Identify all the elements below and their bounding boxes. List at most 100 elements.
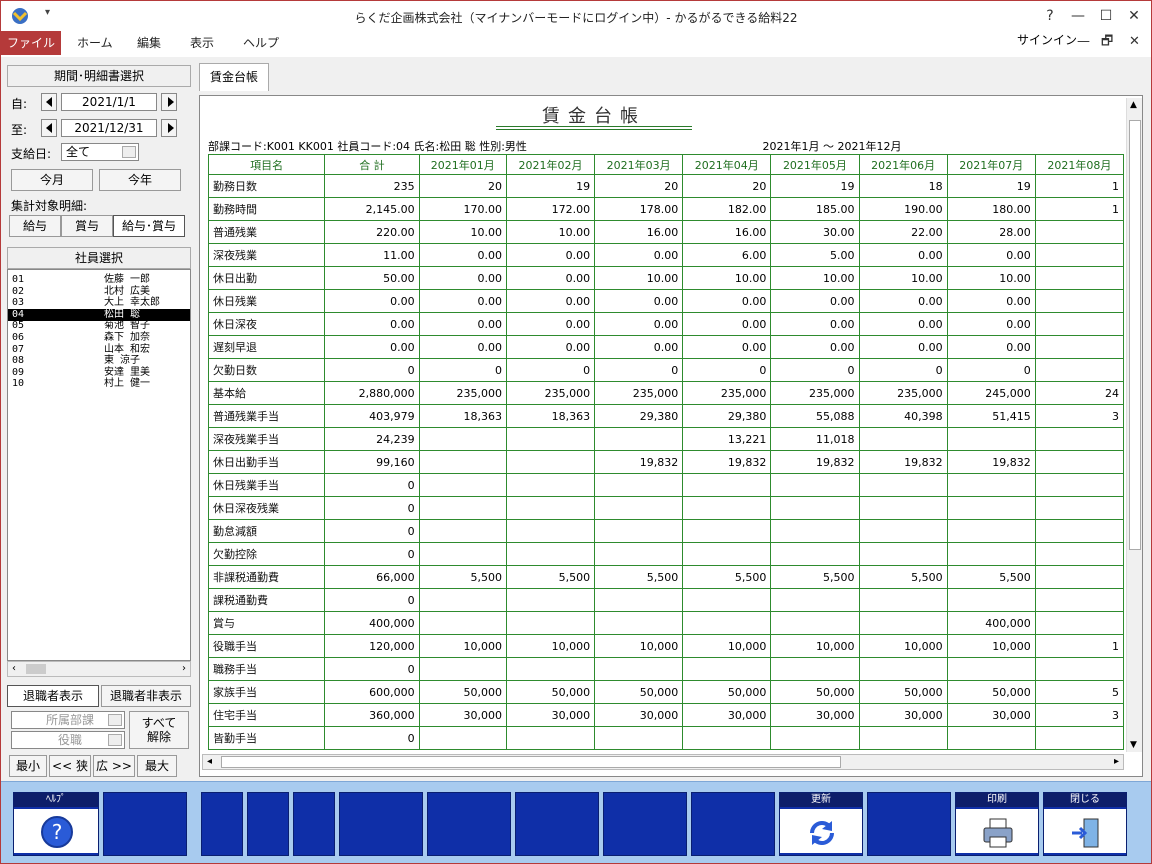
fkey-blank-7[interactable] bbox=[515, 792, 599, 856]
employee-item-05[interactable]: 05 菊池 智子 bbox=[8, 320, 190, 332]
ledger-item-label: 遅刻早退 bbox=[208, 335, 326, 359]
ledger-value-cell bbox=[1034, 335, 1124, 359]
minimize-button[interactable]: — bbox=[1065, 5, 1091, 27]
from-date-field[interactable]: 2021/1/1 bbox=[61, 93, 157, 111]
tab-wage-ledger[interactable]: 賃金台帳 bbox=[199, 63, 269, 91]
ledger-value-cell: 2,145.00 bbox=[324, 197, 420, 221]
scroll-left-icon[interactable]: ◂ bbox=[207, 756, 212, 767]
role-select[interactable]: 役職 bbox=[11, 731, 125, 749]
to-date-field[interactable]: 2021/12/31 bbox=[61, 119, 157, 137]
fkey-blank-5[interactable] bbox=[339, 792, 423, 856]
menu-view[interactable]: 表示 bbox=[190, 31, 214, 55]
zoom-narrow-button[interactable]: << 狭 bbox=[49, 755, 91, 777]
maximize-button[interactable]: ☐ bbox=[1093, 5, 1119, 27]
payday-select[interactable]: 全て bbox=[61, 143, 139, 161]
employee-name: 北村 広美 bbox=[104, 285, 151, 297]
ledger-value-cell: 0.00 bbox=[324, 312, 420, 336]
from-next-button[interactable] bbox=[161, 93, 177, 111]
ledger-header-cell: 2021年05月 bbox=[770, 154, 860, 175]
fkey-blank-10[interactable] bbox=[867, 792, 951, 856]
menu-file[interactable]: ファイル bbox=[1, 31, 61, 55]
scroll-left-icon[interactable]: ‹ bbox=[12, 663, 16, 674]
salary-bonus-button[interactable]: 給与･賞与 bbox=[113, 215, 185, 237]
clear-all-button[interactable]: すべて 解除 bbox=[129, 711, 189, 749]
ledger-value-cell bbox=[1034, 565, 1124, 589]
print-fkey-button[interactable]: 印刷 bbox=[955, 792, 1039, 856]
to-next-button[interactable] bbox=[161, 119, 177, 137]
scroll-right-icon[interactable]: › bbox=[182, 663, 186, 674]
fkey-blank-4[interactable] bbox=[293, 792, 335, 856]
salary-button[interactable]: 給与 bbox=[9, 215, 61, 237]
ledger-row: 役職手当 120,000 10,000 10,000 10,000 10,000 10,00… bbox=[208, 634, 1124, 658]
employee-list[interactable]: 01 佐藤 一郎 02 北村 広美 03 大上 幸太郎 04 松田 聡 05 菊池 智子 06 森下 … bbox=[7, 269, 191, 661]
employee-item-08[interactable]: 08 東 涼子 bbox=[8, 355, 190, 367]
triangle-left-icon bbox=[46, 123, 52, 133]
zoom-max-button[interactable]: 最大 bbox=[137, 755, 177, 777]
signin-link[interactable]: サインイン bbox=[1017, 31, 1077, 49]
ledger-value-cell bbox=[1034, 289, 1124, 313]
ledger-value-cell: 0.00 bbox=[505, 335, 596, 359]
employee-item-01[interactable]: 01 佐藤 一郎 bbox=[8, 274, 190, 286]
ledger-value-cell: 10.00 bbox=[946, 266, 1036, 290]
to-prev-button[interactable] bbox=[41, 119, 57, 137]
employee-code: 04 bbox=[12, 308, 25, 320]
employee-item-10[interactable]: 10 村上 健一 bbox=[8, 378, 190, 390]
employee-item-02[interactable]: 02 北村 広美 bbox=[8, 285, 190, 298]
employee-item-04[interactable]: 04 松田 聡 bbox=[8, 308, 190, 321]
help-button[interactable]: ? bbox=[1037, 5, 1063, 27]
horizontal-scroll-thumb[interactable] bbox=[221, 756, 841, 768]
scroll-right-icon[interactable]: ▸ bbox=[1114, 756, 1119, 767]
doc-minimize-button[interactable]: — bbox=[1077, 31, 1090, 53]
to-label: 至: bbox=[11, 123, 28, 137]
ledger-value-cell: 5,500 bbox=[858, 565, 948, 589]
doc-restore-button[interactable]: 🗗 bbox=[1101, 31, 1113, 53]
ledger-value-cell bbox=[594, 726, 684, 750]
update-fkey-button[interactable]: 更新 bbox=[779, 792, 863, 856]
close-fkey-button[interactable]: 閉じる bbox=[1043, 792, 1127, 856]
window-title: らくだ企画株式会社（マイナンバーモードにログイン中）- かるがるできる給料22 bbox=[354, 11, 798, 25]
vertical-scroll-thumb[interactable] bbox=[1129, 120, 1141, 550]
ledger-value-cell: 5,500 bbox=[594, 565, 684, 589]
triangle-right-icon bbox=[168, 123, 174, 133]
employee-item-09[interactable]: 09 安達 里美 bbox=[8, 367, 190, 379]
scroll-thumb[interactable] bbox=[26, 664, 46, 674]
ledger-value-cell: 403,979 bbox=[324, 404, 420, 428]
ledger-value-cell bbox=[505, 726, 596, 750]
fkey-blank-9[interactable] bbox=[691, 792, 775, 856]
from-prev-button[interactable] bbox=[41, 93, 57, 111]
menu-help[interactable]: ヘルプ bbox=[243, 31, 279, 55]
ledger-horizontal-scrollbar[interactable]: ◂ ▸ bbox=[202, 754, 1124, 770]
ledger-vertical-scrollbar[interactable]: ▲ ▼ bbox=[1126, 98, 1142, 752]
employee-item-07[interactable]: 07 山本 和宏 bbox=[8, 344, 190, 356]
dept-select[interactable]: 所属部課 bbox=[11, 711, 125, 729]
ledger-value-cell: 10.00 bbox=[858, 266, 948, 290]
menu-home[interactable]: ホーム bbox=[77, 31, 113, 55]
ledger-value-cell bbox=[858, 588, 948, 612]
zoom-min-button[interactable]: 最小 bbox=[9, 755, 47, 777]
ledger-value-cell bbox=[505, 542, 596, 566]
fkey-blank-8[interactable] bbox=[603, 792, 687, 856]
this-month-button[interactable]: 今月 bbox=[11, 169, 93, 191]
menu-edit[interactable]: 編集 bbox=[137, 31, 161, 55]
bonus-button[interactable]: 賞与 bbox=[61, 215, 113, 237]
zoom-wide-button[interactable]: 広 >> bbox=[93, 755, 135, 777]
this-year-button[interactable]: 今年 bbox=[99, 169, 181, 191]
fkey-blank-1[interactable] bbox=[103, 792, 187, 856]
fkey-blank-2[interactable] bbox=[201, 792, 243, 856]
ledger-header-cell: 2021年07月 bbox=[946, 154, 1036, 175]
employee-item-06[interactable]: 06 森下 加奈 bbox=[8, 332, 190, 344]
employee-list-scrollbar[interactable]: ‹ › bbox=[7, 661, 191, 677]
retired-show-button[interactable]: 退職者表示 bbox=[7, 685, 99, 707]
ledger-value-cell bbox=[946, 588, 1036, 612]
doc-close-button[interactable]: ✕ bbox=[1129, 31, 1140, 53]
help-fkey-button[interactable]: ﾍﾙﾌﾟ ? bbox=[13, 792, 99, 856]
ledger-value-cell bbox=[418, 450, 507, 474]
fkey-blank-3[interactable] bbox=[247, 792, 289, 856]
scroll-up-icon[interactable]: ▲ bbox=[1130, 100, 1137, 110]
scroll-down-icon[interactable]: ▼ bbox=[1130, 740, 1137, 750]
ledger-value-cell: 0.00 bbox=[594, 243, 684, 267]
fkey-blank-6[interactable] bbox=[427, 792, 511, 856]
close-button[interactable]: ✕ bbox=[1121, 5, 1147, 27]
employee-item-03[interactable]: 03 大上 幸太郎 bbox=[8, 297, 190, 309]
retired-hide-button[interactable]: 退職者非表示 bbox=[101, 685, 191, 707]
